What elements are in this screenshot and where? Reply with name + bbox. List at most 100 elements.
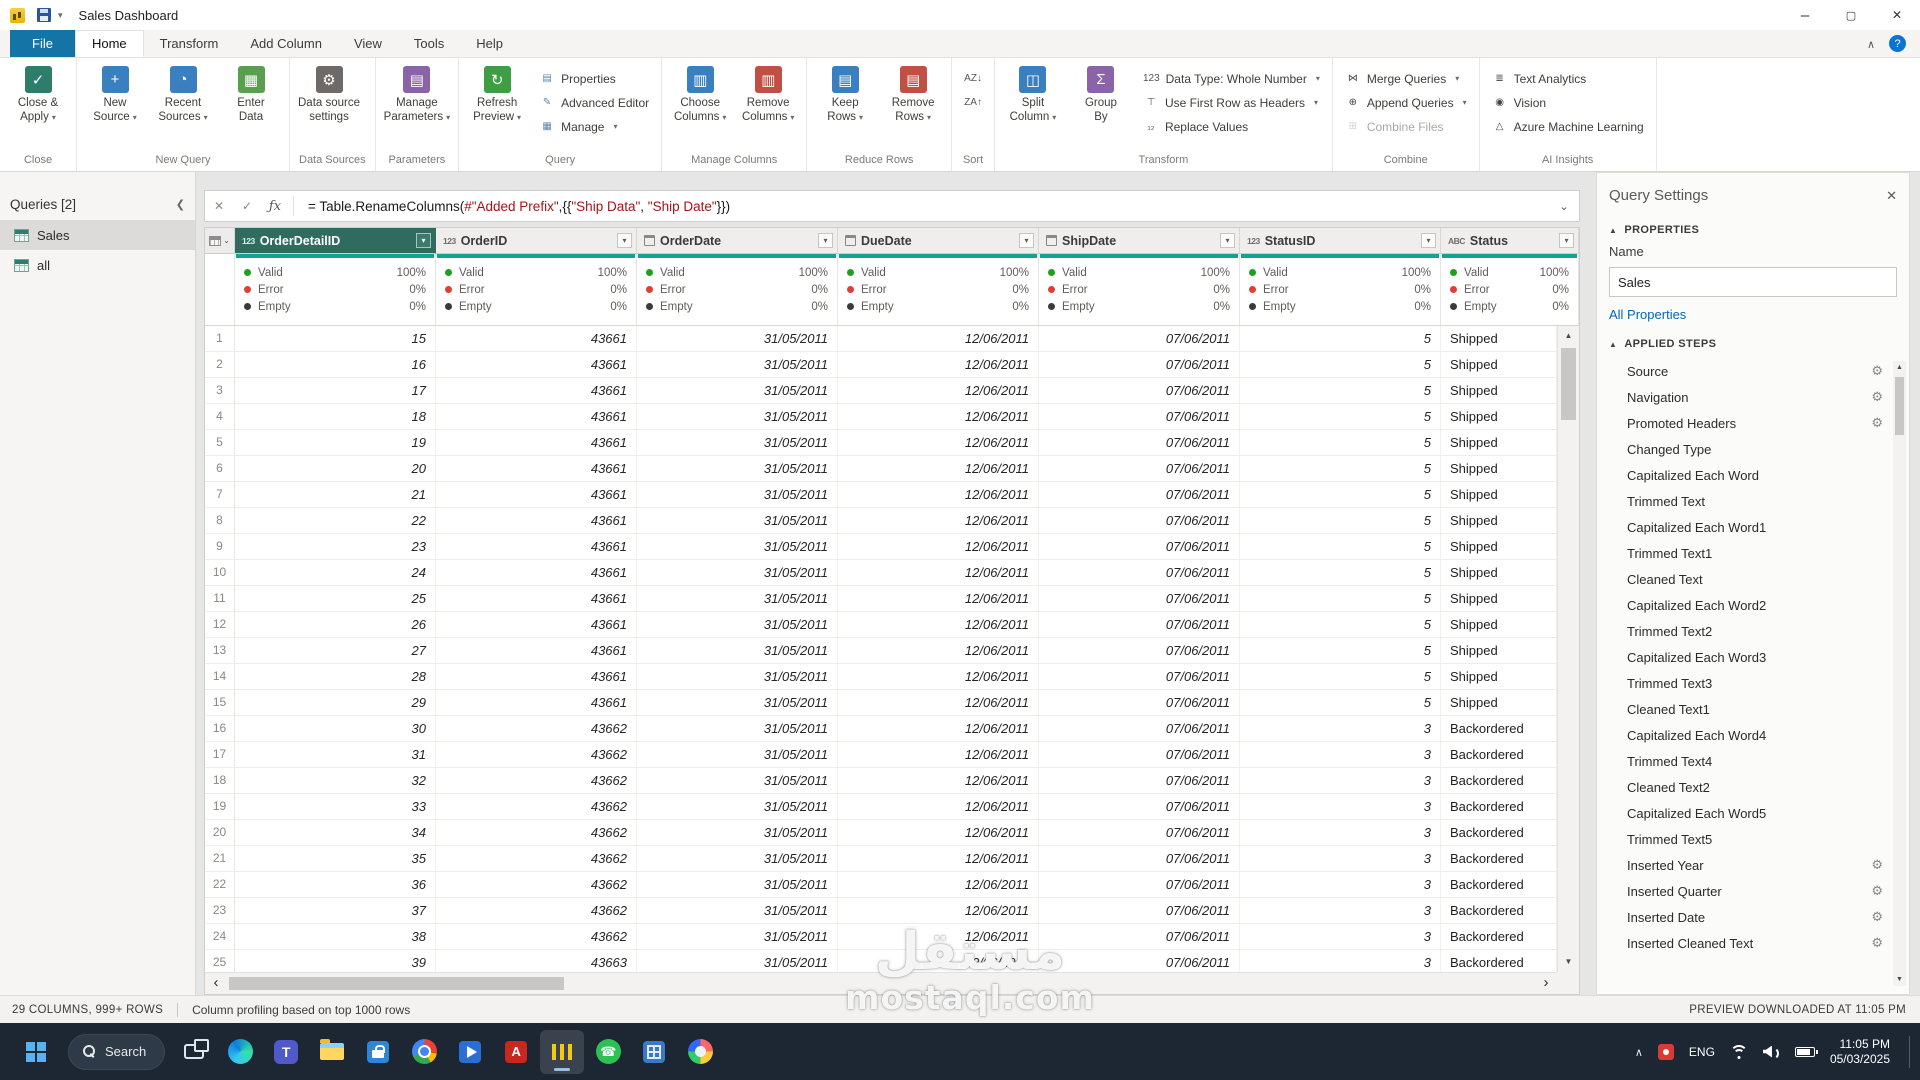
table-cell[interactable]: 31/05/2011 [637, 482, 838, 507]
tab-tools[interactable]: Tools [398, 30, 460, 57]
row-number[interactable]: 5 [205, 430, 235, 455]
append-button[interactable]: ⊕Append Queries▾ [1342, 93, 1470, 112]
table-cell[interactable]: 3 [1240, 768, 1441, 793]
applied-step[interactable]: Trimmed Text4 [1597, 748, 1909, 774]
steps-scrollbar[interactable] [1893, 361, 1906, 986]
table-cell[interactable]: 07/06/2011 [1039, 534, 1240, 559]
table-cell[interactable]: 31/05/2011 [637, 456, 838, 481]
row-number[interactable]: 23 [205, 898, 235, 923]
table-cell[interactable]: 5 [1240, 534, 1441, 559]
table-cell[interactable]: 12/06/2011 [838, 794, 1039, 819]
column-header-orderdetailid[interactable]: 123OrderDetailID▾ [235, 228, 436, 254]
table-cell[interactable]: 5 [1240, 638, 1441, 663]
table-cell[interactable]: 07/06/2011 [1039, 872, 1240, 897]
table-cell[interactable]: 31/05/2011 [637, 508, 838, 533]
applied-step[interactable]: Inserted Quarter⚙ [1597, 878, 1909, 904]
chevron-down-icon[interactable]: ▾ [58, 10, 63, 21]
table-cell[interactable]: Shipped [1441, 664, 1557, 689]
row-number[interactable]: 18 [205, 768, 235, 793]
table-cell[interactable]: 31/05/2011 [637, 898, 838, 923]
table-cell[interactable]: 12/06/2011 [838, 716, 1039, 741]
profiling-info[interactable]: Column profiling based on top 1000 rows [192, 1003, 410, 1017]
filter-icon[interactable]: ▾ [416, 233, 431, 248]
table-cell[interactable]: 12/06/2011 [838, 924, 1039, 949]
file-explorer-icon[interactable] [310, 1030, 354, 1074]
all-properties-link[interactable]: All Properties [1597, 297, 1909, 328]
table-cell[interactable]: 07/06/2011 [1039, 586, 1240, 611]
tab-home[interactable]: Home [75, 30, 144, 57]
table-cell[interactable]: 07/06/2011 [1039, 768, 1240, 793]
table-cell[interactable]: 07/06/2011 [1039, 430, 1240, 455]
applied-step[interactable]: Capitalized Each Word2 [1597, 592, 1909, 618]
table-cell[interactable]: Shipped [1441, 352, 1557, 377]
applied-step[interactable]: Inserted Date⚙ [1597, 904, 1909, 930]
table-cell[interactable]: 12/06/2011 [838, 950, 1039, 972]
calculator-icon[interactable] [632, 1030, 676, 1074]
table-cell[interactable]: Shipped [1441, 378, 1557, 403]
applied-step[interactable]: Cleaned Text2 [1597, 774, 1909, 800]
taskbar-search[interactable]: Search [68, 1034, 165, 1070]
row-number[interactable]: 14 [205, 664, 235, 689]
select-all-corner[interactable] [205, 228, 235, 254]
table-cell[interactable]: 31/05/2011 [637, 612, 838, 637]
table-cell[interactable]: 07/06/2011 [1039, 690, 1240, 715]
table-cell[interactable]: 31/05/2011 [637, 924, 838, 949]
filter-icon[interactable]: ▾ [1220, 233, 1235, 248]
applied-step[interactable]: Capitalized Each Word5 [1597, 800, 1909, 826]
first-row-button[interactable]: ⊤Use First Row as Headers▾ [1140, 93, 1323, 112]
table-cell[interactable]: 43662 [436, 794, 637, 819]
new-source-button[interactable]: +NewSource▾ [82, 61, 148, 124]
vertical-scrollbar[interactable] [1557, 326, 1579, 972]
table-cell[interactable]: 12/06/2011 [838, 534, 1039, 559]
row-number[interactable]: 3 [205, 378, 235, 403]
column-header-orderid[interactable]: 123OrderID▾ [436, 228, 637, 254]
applied-step[interactable]: Capitalized Each Word4 [1597, 722, 1909, 748]
scroll-up-icon[interactable] [1893, 361, 1906, 374]
table-cell[interactable]: 12/06/2011 [838, 846, 1039, 871]
table-cell[interactable]: 43662 [436, 924, 637, 949]
row-number[interactable]: 21 [205, 846, 235, 871]
sort-asc-button[interactable]: AZ↓ [961, 69, 985, 88]
table-cell[interactable]: 31/05/2011 [637, 794, 838, 819]
table-cell[interactable]: 28 [235, 664, 436, 689]
table-cell[interactable]: 07/06/2011 [1039, 560, 1240, 585]
table-cell[interactable]: 29 [235, 690, 436, 715]
filter-icon[interactable]: ▾ [1421, 233, 1436, 248]
table-cell[interactable]: Shipped [1441, 560, 1557, 585]
gear-icon[interactable]: ⚙ [1871, 363, 1883, 379]
show-desktop-button[interactable] [1909, 1036, 1910, 1068]
table-cell[interactable]: Backordered [1441, 950, 1557, 972]
applied-step[interactable]: Capitalized Each Word [1597, 462, 1909, 488]
table-cell[interactable]: 27 [235, 638, 436, 663]
combine-files-button[interactable]: ⊞Combine Files [1342, 117, 1470, 136]
table-cell[interactable]: 31/05/2011 [637, 404, 838, 429]
start-button[interactable] [14, 1030, 58, 1074]
applied-step[interactable]: Source⚙ [1597, 358, 1909, 384]
row-number[interactable]: 25 [205, 950, 235, 972]
tab-add-column[interactable]: Add Column [234, 30, 338, 57]
sort-desc-button[interactable]: ZA↑ [961, 93, 985, 112]
scroll-down-icon[interactable] [1893, 973, 1906, 986]
table-cell[interactable]: 43662 [436, 820, 637, 845]
vision-button[interactable]: ◉Vision [1489, 93, 1647, 112]
table-cell[interactable]: Backordered [1441, 716, 1557, 741]
table-cell[interactable]: 07/06/2011 [1039, 456, 1240, 481]
text-analytics-button[interactable]: ≣Text Analytics [1489, 69, 1647, 88]
table-cell[interactable]: 43661 [436, 586, 637, 611]
table-cell[interactable]: Shipped [1441, 586, 1557, 611]
table-cell[interactable]: 12/06/2011 [838, 586, 1039, 611]
row-number[interactable]: 17 [205, 742, 235, 767]
applied-step[interactable]: Cleaned Text1 [1597, 696, 1909, 722]
keep-rows-button[interactable]: ▤KeepRows▾ [812, 61, 878, 124]
cancel-formula-icon[interactable] [205, 199, 233, 213]
table-cell[interactable]: 31/05/2011 [637, 664, 838, 689]
table-cell[interactable]: 5 [1240, 560, 1441, 585]
table-cell[interactable]: 5 [1240, 612, 1441, 637]
query-name-input[interactable] [1609, 267, 1897, 297]
table-cell[interactable]: Shipped [1441, 326, 1557, 351]
applied-step[interactable]: Inserted Cleaned Text⚙ [1597, 930, 1909, 956]
table-cell[interactable]: 43661 [436, 534, 637, 559]
table-cell[interactable]: 07/06/2011 [1039, 612, 1240, 637]
table-cell[interactable]: 43661 [436, 664, 637, 689]
table-cell[interactable]: 12/06/2011 [838, 612, 1039, 637]
